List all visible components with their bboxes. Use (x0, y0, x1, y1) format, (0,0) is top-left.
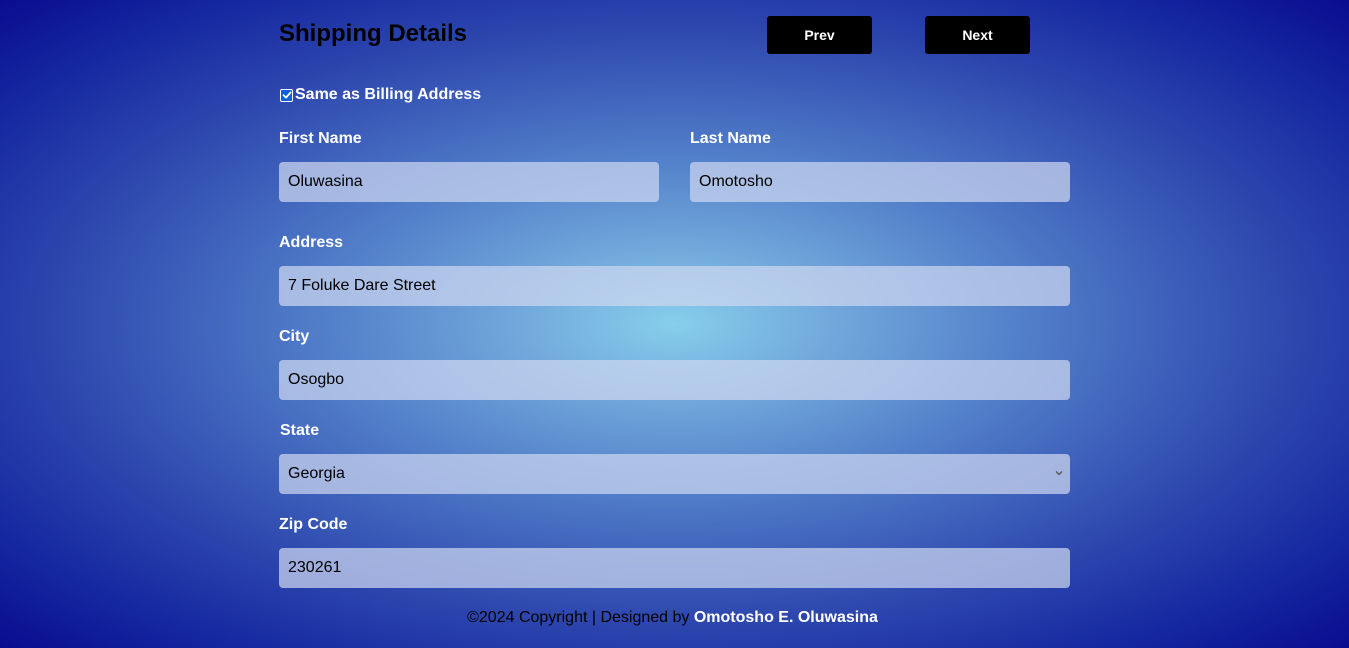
same-as-billing-checkbox[interactable] (280, 88, 293, 102)
city-value: Osogbo (288, 371, 345, 388)
next-button[interactable]: Next (925, 16, 1030, 54)
first-name-input[interactable]: Oluwasina (279, 162, 659, 202)
last-name-label: Last Name (690, 130, 771, 147)
zip-code-label: Zip Code (279, 516, 348, 533)
first-name-value: Oluwasina (288, 173, 363, 190)
last-name-input[interactable]: Omotosho (690, 162, 1070, 202)
state-select[interactable]: Georgia (279, 454, 1070, 494)
page-title: Shipping Details (279, 20, 468, 47)
zip-code-input[interactable]: 230261 (279, 548, 1070, 588)
footer-copyright: ©2024 Copyright | Designed by (467, 609, 690, 626)
address-label: Address (279, 234, 344, 251)
same-as-billing-label: Same as Billing Address (295, 86, 482, 103)
last-name-value: Omotosho (699, 173, 773, 190)
chevron-down-icon (1055, 471, 1063, 476)
city-label: City (279, 328, 310, 345)
address-value: 7 Foluke Dare Street (288, 277, 436, 294)
address-input[interactable]: 7 Foluke Dare Street (279, 266, 1070, 306)
footer: ©2024 Copyright | Designed by Omotosho E… (0, 609, 1345, 627)
checkmark-icon (282, 91, 291, 99)
first-name-label: First Name (279, 130, 362, 147)
same-as-billing-row[interactable]: Same as Billing Address (279, 86, 481, 104)
city-input[interactable]: Osogbo (279, 360, 1070, 400)
prev-button[interactable]: Prev (767, 16, 872, 54)
state-label: State (280, 422, 320, 439)
state-value: Georgia (288, 465, 345, 482)
footer-author: Omotosho E. Oluwasina (693, 609, 878, 626)
zip-code-value: 230261 (288, 559, 342, 576)
